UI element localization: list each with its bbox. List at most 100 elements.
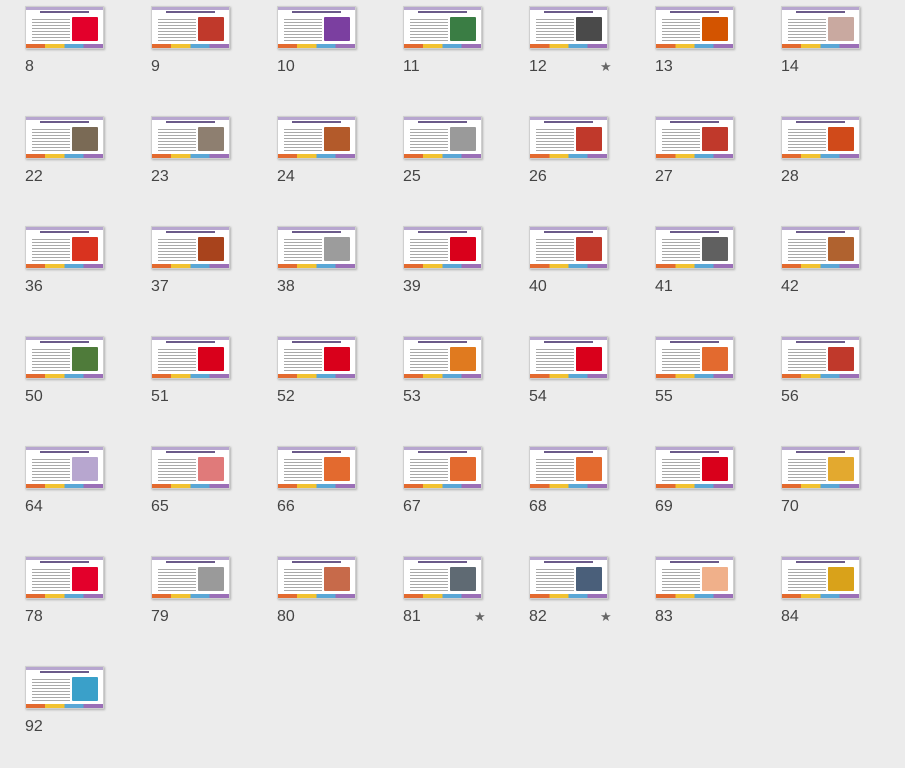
slide-item[interactable]: 27 — [630, 110, 756, 218]
slide-item[interactable]: 70 — [756, 440, 882, 548]
slide-title-text — [418, 231, 467, 233]
slide-thumbnail[interactable] — [655, 336, 734, 379]
slide-thumbnail[interactable] — [781, 336, 860, 379]
slide-item[interactable]: 83 — [630, 550, 756, 658]
slide-item[interactable]: 42 — [756, 220, 882, 328]
slide-thumbnail[interactable] — [781, 6, 860, 49]
slide-title-text — [166, 451, 215, 453]
slide-number: 23 — [151, 168, 169, 185]
slide-item[interactable]: 68 — [504, 440, 630, 548]
slide-item[interactable]: 67 — [378, 440, 504, 548]
slide-item[interactable]: 51 — [126, 330, 252, 438]
slide-item[interactable]: 23 — [126, 110, 252, 218]
slide-item[interactable]: 39 — [378, 220, 504, 328]
slide-item[interactable]: 13 — [630, 0, 756, 108]
slide-thumbnail[interactable] — [25, 6, 104, 49]
slide-thumbnail[interactable] — [403, 336, 482, 379]
slide-thumbnail[interactable] — [529, 226, 608, 269]
slide-item[interactable]: 37 — [126, 220, 252, 328]
slide-item[interactable]: 81 ★ — [378, 550, 504, 658]
slide-number: 80 — [277, 608, 295, 625]
slide-item[interactable]: 22 — [0, 110, 126, 218]
slide-thumbnail[interactable] — [277, 116, 356, 159]
slide-thumbnail[interactable] — [403, 556, 482, 599]
slide-footer-stripe — [404, 374, 481, 378]
slide-thumbnail[interactable] — [403, 116, 482, 159]
slide-item[interactable]: 38 — [252, 220, 378, 328]
slide-item[interactable]: 8 — [0, 0, 126, 108]
slide-thumbnail[interactable] — [25, 556, 104, 599]
slide-thumbnail[interactable] — [403, 226, 482, 269]
slide-thumbnail[interactable] — [151, 446, 230, 489]
slide-item[interactable]: 54 — [504, 330, 630, 438]
slide-item[interactable]: 50 — [0, 330, 126, 438]
slide-item[interactable]: 84 — [756, 550, 882, 658]
slide-thumbnail[interactable] — [655, 556, 734, 599]
slide-thumbnail[interactable] — [529, 116, 608, 159]
slide-image — [72, 567, 98, 591]
slide-thumbnail[interactable] — [151, 116, 230, 159]
slide-item[interactable]: 64 — [0, 440, 126, 548]
slide-thumbnail[interactable] — [151, 336, 230, 379]
slide-thumbnail[interactable] — [25, 446, 104, 489]
slide-body-text — [788, 237, 826, 263]
slide-body-text — [410, 17, 448, 43]
slide-item[interactable]: 56 — [756, 330, 882, 438]
slide-item[interactable]: 36 — [0, 220, 126, 328]
slide-thumbnail[interactable] — [151, 556, 230, 599]
slide-thumbnail[interactable] — [655, 6, 734, 49]
slide-thumbnail[interactable] — [529, 336, 608, 379]
slide-title-band — [530, 557, 607, 560]
slide-thumbnail[interactable] — [25, 116, 104, 159]
slide-item[interactable]: 28 — [756, 110, 882, 218]
slide-thumbnail[interactable] — [277, 6, 356, 49]
slide-thumbnail[interactable] — [403, 6, 482, 49]
slide-thumbnail[interactable] — [151, 226, 230, 269]
slide-title-band — [656, 227, 733, 230]
slide-item[interactable]: 40 — [504, 220, 630, 328]
slide-item[interactable]: 55 — [630, 330, 756, 438]
slide-item[interactable]: 25 — [378, 110, 504, 218]
slide-thumbnail[interactable] — [529, 6, 608, 49]
slide-item[interactable]: 65 — [126, 440, 252, 548]
slide-thumbnail[interactable] — [403, 446, 482, 489]
slide-thumbnail[interactable] — [529, 556, 608, 599]
slide-item[interactable]: 14 — [756, 0, 882, 108]
slide-thumbnail[interactable] — [781, 446, 860, 489]
slide-thumbnail[interactable] — [529, 446, 608, 489]
slide-thumbnail[interactable] — [25, 226, 104, 269]
slide-item[interactable]: 10 — [252, 0, 378, 108]
slide-thumbnail[interactable] — [151, 6, 230, 49]
slide-item[interactable]: 52 — [252, 330, 378, 438]
slide-item[interactable]: 79 — [126, 550, 252, 658]
slide-thumbnail[interactable] — [25, 666, 104, 709]
slide-item[interactable]: 53 — [378, 330, 504, 438]
slide-thumbnail[interactable] — [655, 226, 734, 269]
slide-item[interactable]: 66 — [252, 440, 378, 548]
slide-thumbnail[interactable] — [781, 116, 860, 159]
slide-footer-stripe — [404, 484, 481, 488]
slide-thumbnail[interactable] — [277, 446, 356, 489]
slide-thumbnail[interactable] — [277, 556, 356, 599]
slide-number: 79 — [151, 608, 169, 625]
slide-thumbnail[interactable] — [781, 556, 860, 599]
slide-thumbnail[interactable] — [277, 336, 356, 379]
slide-item[interactable]: 82 ★ — [504, 550, 630, 658]
slide-thumbnail[interactable] — [277, 226, 356, 269]
slide-item[interactable]: 9 — [126, 0, 252, 108]
slide-body-text — [410, 347, 448, 373]
slide-item[interactable]: 80 — [252, 550, 378, 658]
slide-thumbnail[interactable] — [655, 446, 734, 489]
slide-item[interactable]: 78 — [0, 550, 126, 658]
slide-item[interactable]: 24 — [252, 110, 378, 218]
slide-thumbnail[interactable] — [781, 226, 860, 269]
slide-item[interactable]: 41 — [630, 220, 756, 328]
slide-item[interactable]: 12 ★ — [504, 0, 630, 108]
slide-item[interactable]: 26 — [504, 110, 630, 218]
slide-item[interactable]: 69 — [630, 440, 756, 548]
slide-image — [576, 17, 602, 41]
slide-thumbnail[interactable] — [25, 336, 104, 379]
slide-thumbnail[interactable] — [655, 116, 734, 159]
slide-item[interactable]: 11 — [378, 0, 504, 108]
slide-item[interactable]: 92 — [0, 660, 126, 768]
